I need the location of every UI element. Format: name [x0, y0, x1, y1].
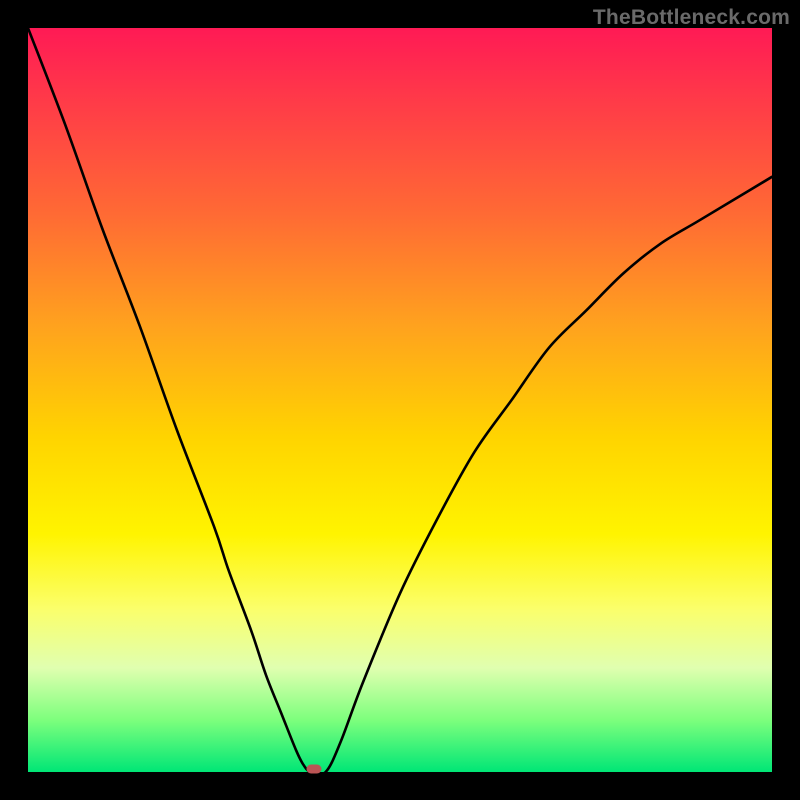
chart-frame: TheBottleneck.com	[0, 0, 800, 800]
watermark-text: TheBottleneck.com	[593, 6, 790, 30]
plot-area	[28, 28, 772, 772]
min-marker	[307, 765, 322, 774]
bottleneck-curve	[28, 28, 772, 772]
